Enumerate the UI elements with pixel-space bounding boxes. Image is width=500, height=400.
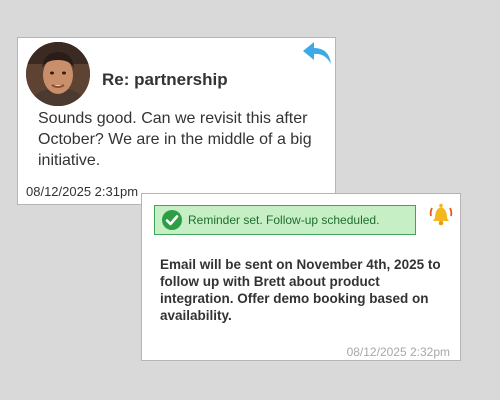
reminder-status-banner: Reminder set. Follow-up scheduled.	[154, 205, 416, 235]
email-timestamp: 08/12/2025 2:31pm	[26, 184, 139, 199]
email-body: Sounds good. Can we revisit this after O…	[38, 110, 312, 169]
reply-icon[interactable]	[301, 40, 333, 68]
avatar	[26, 42, 90, 106]
banner-text: Reminder set. Follow-up scheduled.	[188, 213, 380, 227]
email-card[interactable]: Re: partnership Sounds good. Can we revi…	[17, 37, 336, 205]
reminder-body: Email will be sent on November 4th, 2025…	[160, 257, 441, 323]
reminder-timestamp: 08/12/2025 2:32pm	[346, 345, 450, 359]
check-circle-icon	[161, 209, 183, 231]
reminder-card: Reminder set. Follow-up scheduled. Email…	[141, 193, 461, 361]
email-subject: Re: partnership	[102, 70, 228, 89]
ringing-bell-icon[interactable]	[429, 201, 453, 227]
